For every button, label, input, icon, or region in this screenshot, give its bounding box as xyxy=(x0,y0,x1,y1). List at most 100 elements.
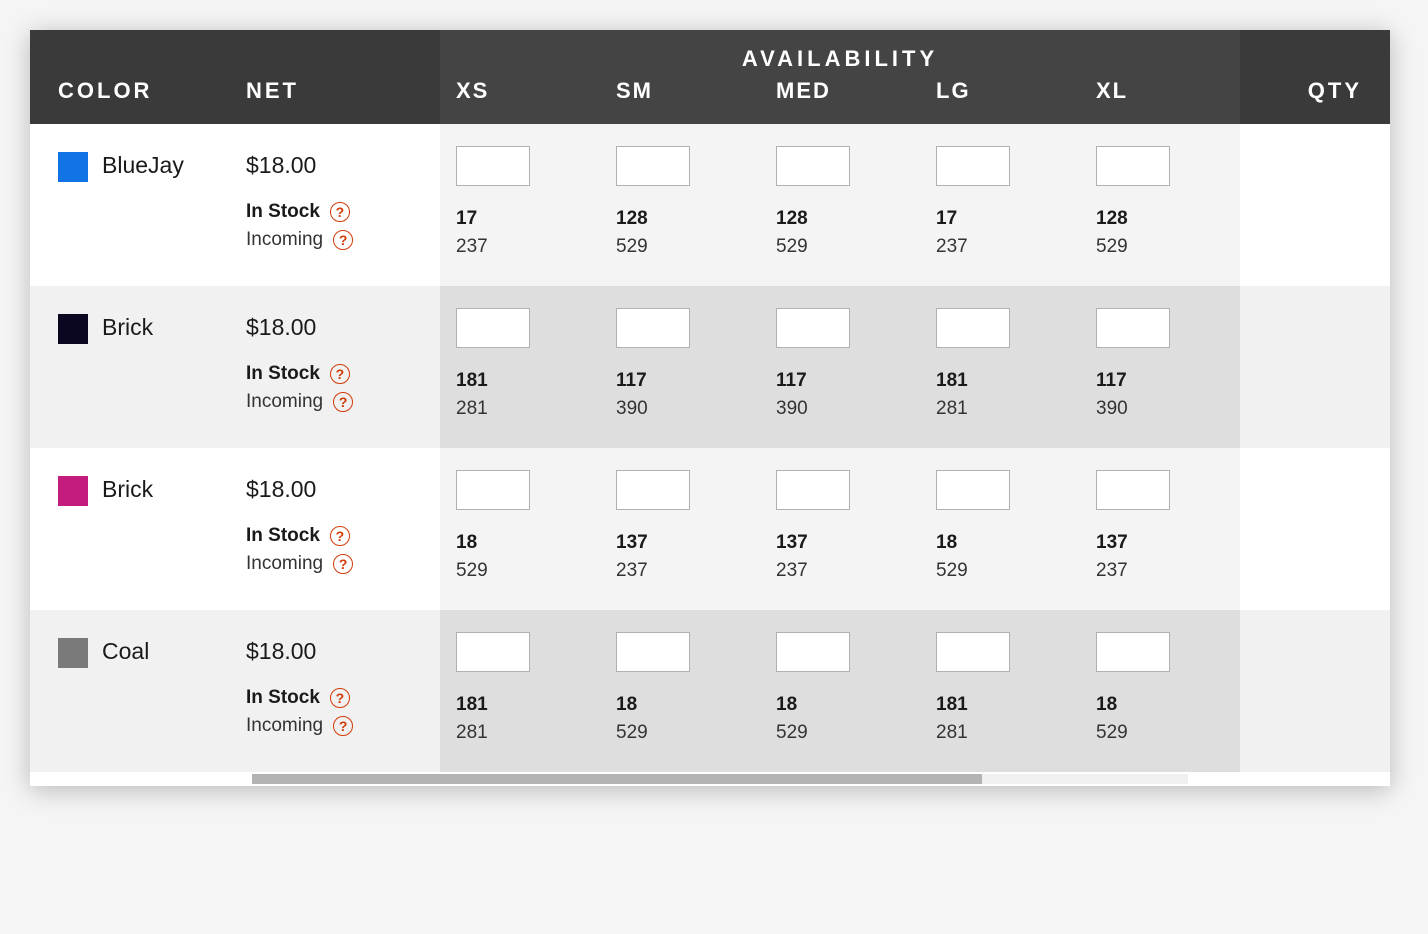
in-stock-value: 18 xyxy=(456,532,584,554)
scrollbar-track[interactable] xyxy=(252,774,1188,784)
color-name: Coal xyxy=(102,638,149,665)
incoming-value: 529 xyxy=(1096,722,1224,744)
incoming-label: Incoming xyxy=(246,391,323,413)
incoming-value: 529 xyxy=(1096,236,1224,258)
qty-input-xl[interactable] xyxy=(1096,632,1170,672)
size-cell-xs: 181281 xyxy=(440,286,600,448)
qty-input-xl[interactable] xyxy=(1096,308,1170,348)
size-cell-sm: 137237 xyxy=(600,448,760,610)
qty-input-sm[interactable] xyxy=(616,632,690,672)
header-size-xs: XS xyxy=(440,78,600,124)
color-swatch xyxy=(58,476,88,506)
header-color: COLOR xyxy=(30,30,230,124)
size-cell-sm: 18529 xyxy=(600,610,760,772)
qty-input-xs[interactable] xyxy=(456,470,530,510)
incoming-value: 529 xyxy=(776,236,904,258)
in-stock-value: 18 xyxy=(776,694,904,716)
size-cell-med: 137237 xyxy=(760,448,920,610)
in-stock-value: 117 xyxy=(1096,370,1224,392)
incoming-value: 529 xyxy=(456,560,584,582)
qty-input-med[interactable] xyxy=(776,146,850,186)
color-swatch xyxy=(58,152,88,182)
size-cell-lg: 181281 xyxy=(920,286,1080,448)
help-icon[interactable]: ? xyxy=(330,364,350,384)
horizontal-scrollbar[interactable] xyxy=(30,772,1390,786)
incoming-value: 237 xyxy=(776,560,904,582)
qty-input-med[interactable] xyxy=(776,308,850,348)
help-icon[interactable]: ? xyxy=(330,202,350,222)
incoming-label: Incoming xyxy=(246,553,323,575)
incoming-label: Incoming xyxy=(246,715,323,737)
qty-input-sm[interactable] xyxy=(616,146,690,186)
qty-input-lg[interactable] xyxy=(936,470,1010,510)
help-icon[interactable]: ? xyxy=(333,392,353,412)
color-cell: Brick xyxy=(30,286,230,448)
incoming-value: 237 xyxy=(456,236,584,258)
in-stock-value: 17 xyxy=(456,208,584,230)
qty-input-med[interactable] xyxy=(776,470,850,510)
help-icon[interactable]: ? xyxy=(333,230,353,250)
in-stock-label: In Stock xyxy=(246,525,320,547)
size-cell-sm: 117390 xyxy=(600,286,760,448)
availability-band: 1723712852912852917237128529 xyxy=(440,124,1240,286)
color-swatch xyxy=(58,638,88,668)
qty-input-xl[interactable] xyxy=(1096,470,1170,510)
in-stock-value: 17 xyxy=(936,208,1064,230)
net-cell: $18.00In Stock?Incoming? xyxy=(230,124,440,286)
price: $18.00 xyxy=(246,152,424,179)
in-stock-value: 181 xyxy=(456,694,584,716)
qty-input-xs[interactable] xyxy=(456,146,530,186)
scrollbar-thumb[interactable] xyxy=(252,774,982,784)
size-cell-lg: 18529 xyxy=(920,448,1080,610)
qty-input-lg[interactable] xyxy=(936,146,1010,186)
in-stock-value: 137 xyxy=(616,532,744,554)
incoming-value: 281 xyxy=(936,722,1064,744)
incoming-value: 390 xyxy=(1096,398,1224,420)
net-cell: $18.00In Stock?Incoming? xyxy=(230,286,440,448)
incoming-value: 281 xyxy=(456,398,584,420)
in-stock-value: 181 xyxy=(936,370,1064,392)
size-cell-xs: 17237 xyxy=(440,124,600,286)
color-name: Brick xyxy=(102,476,153,503)
in-stock-value: 181 xyxy=(456,370,584,392)
help-icon[interactable]: ? xyxy=(333,554,353,574)
size-cell-xs: 181281 xyxy=(440,610,600,772)
qty-input-xs[interactable] xyxy=(456,308,530,348)
header-size-sm: SM xyxy=(600,78,760,124)
qty-input-xs[interactable] xyxy=(456,632,530,672)
incoming-value: 390 xyxy=(776,398,904,420)
header-size-lg: LG xyxy=(920,78,1080,124)
price: $18.00 xyxy=(246,638,424,665)
header-availability: AVAILABILITY xyxy=(440,30,1240,78)
table-header: COLOR NET AVAILABILITY XS SM MED LG XL Q… xyxy=(30,30,1390,124)
help-icon[interactable]: ? xyxy=(330,688,350,708)
color-cell: Coal xyxy=(30,610,230,772)
qty-input-lg[interactable] xyxy=(936,308,1010,348)
price: $18.00 xyxy=(246,476,424,503)
incoming-value: 281 xyxy=(456,722,584,744)
help-icon[interactable]: ? xyxy=(330,526,350,546)
size-cell-lg: 181281 xyxy=(920,610,1080,772)
size-cell-sm: 128529 xyxy=(600,124,760,286)
qty-input-sm[interactable] xyxy=(616,470,690,510)
in-stock-label: In Stock xyxy=(246,687,320,709)
header-size-med: MED xyxy=(760,78,920,124)
qty-input-sm[interactable] xyxy=(616,308,690,348)
in-stock-value: 137 xyxy=(776,532,904,554)
incoming-value: 237 xyxy=(936,236,1064,258)
qty-input-lg[interactable] xyxy=(936,632,1010,672)
qty-input-med[interactable] xyxy=(776,632,850,672)
size-cell-med: 18529 xyxy=(760,610,920,772)
table-body: BlueJay$18.00In Stock?Incoming?172371285… xyxy=(30,124,1390,772)
table-row: Coal$18.00In Stock?Incoming?181281185291… xyxy=(30,610,1390,772)
in-stock-value: 117 xyxy=(776,370,904,392)
in-stock-value: 128 xyxy=(776,208,904,230)
size-cell-xs: 18529 xyxy=(440,448,600,610)
help-icon[interactable]: ? xyxy=(333,716,353,736)
in-stock-value: 117 xyxy=(616,370,744,392)
incoming-value: 237 xyxy=(1096,560,1224,582)
color-cell: BlueJay xyxy=(30,124,230,286)
availability-band: 1852913723713723718529137237 xyxy=(440,448,1240,610)
incoming-value: 281 xyxy=(936,398,1064,420)
qty-input-xl[interactable] xyxy=(1096,146,1170,186)
